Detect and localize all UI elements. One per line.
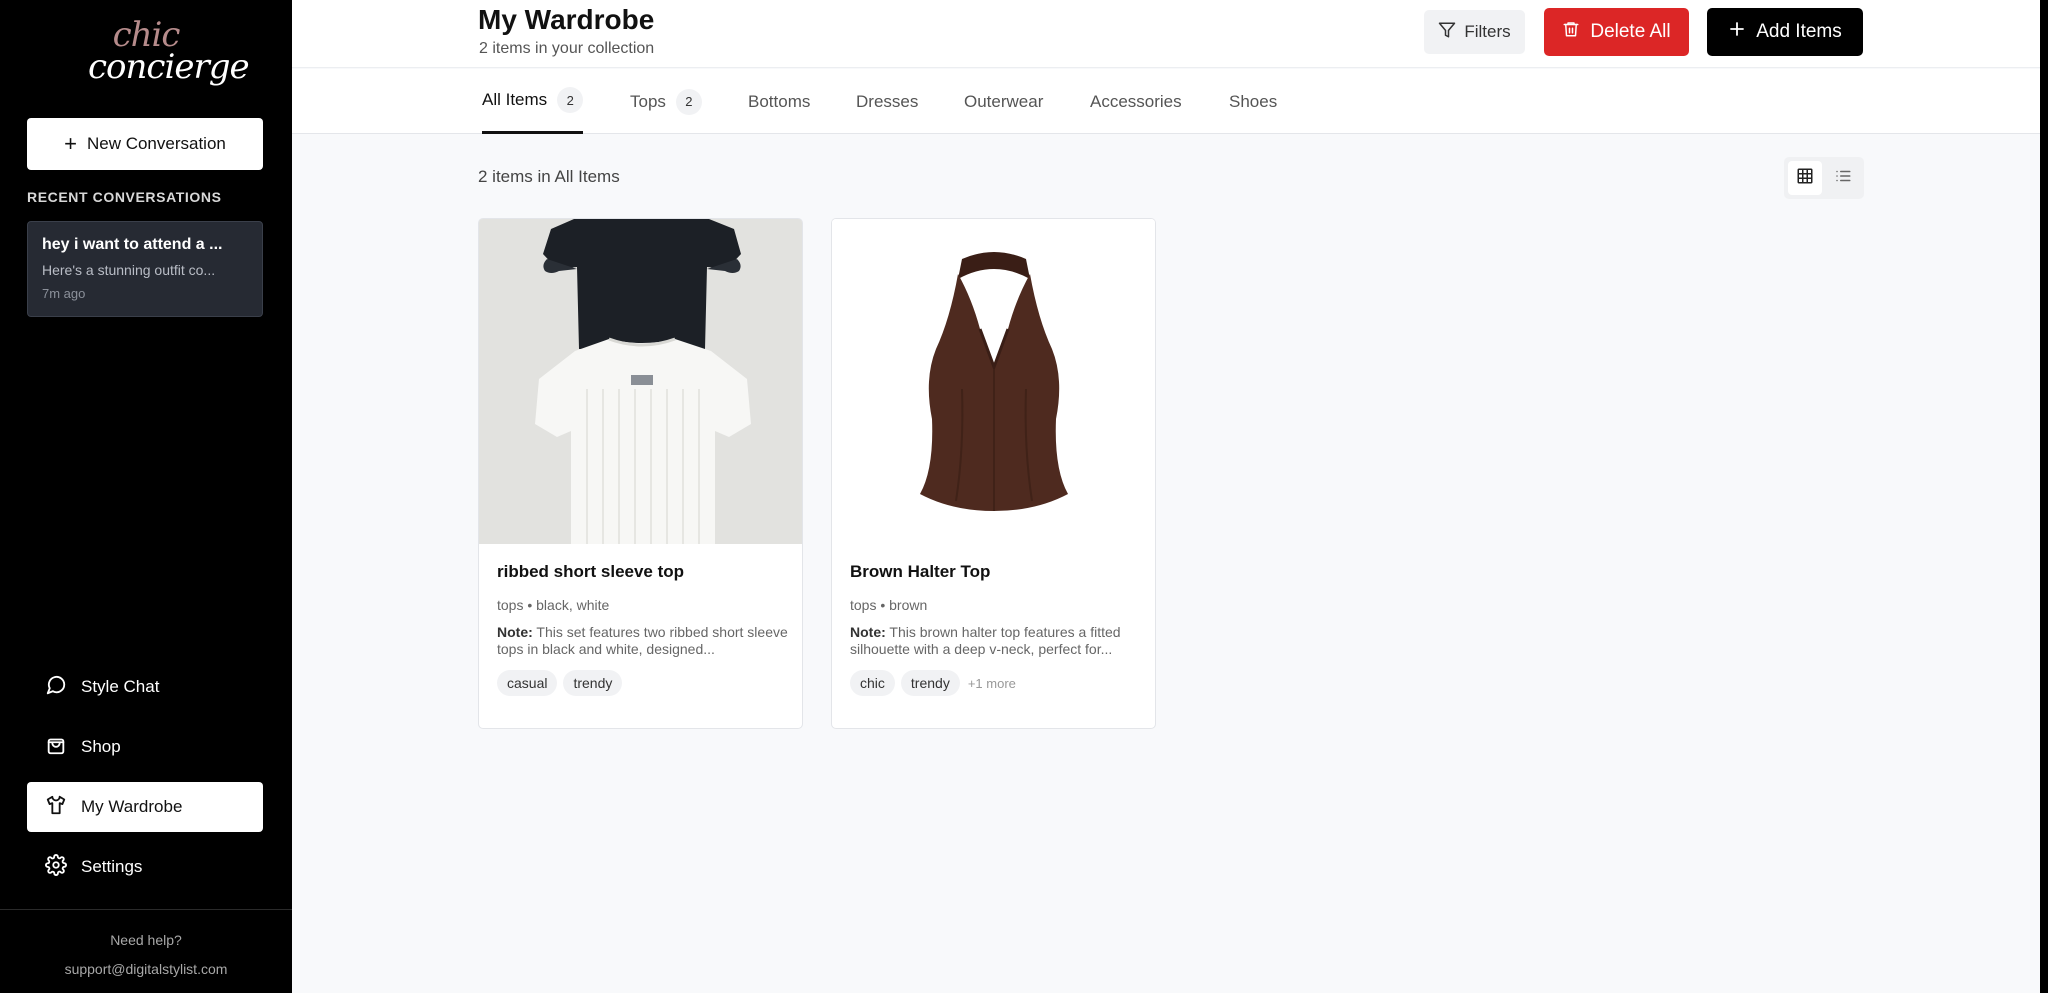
item-meta: tops • brown bbox=[850, 597, 928, 613]
item-note-text: This brown halter top features a fitted … bbox=[850, 624, 1121, 657]
tab-bottoms[interactable]: Bottoms bbox=[748, 69, 810, 134]
wardrobe-item-card[interactable]: Brown Halter Top tops • brown Note: This… bbox=[831, 218, 1156, 729]
tab-count-badge: 2 bbox=[675, 88, 702, 115]
conversation-title: hey i want to attend a ... bbox=[42, 236, 223, 253]
shopping-bag-icon bbox=[45, 734, 67, 761]
filters-button[interactable]: Filters bbox=[1424, 10, 1525, 54]
item-image bbox=[479, 219, 802, 544]
tab-all-items[interactable]: All Items 2 bbox=[482, 69, 584, 134]
item-tags: chic trendy +1 more bbox=[850, 670, 1016, 696]
brand-logo-line1: chic bbox=[112, 15, 181, 55]
sidebar-divider bbox=[0, 909, 292, 910]
nav-label: My Wardrobe bbox=[81, 797, 183, 816]
item-tag: trendy bbox=[900, 670, 960, 696]
item-name: ribbed short sleeve top bbox=[497, 562, 685, 581]
nav-my-wardrobe[interactable]: My Wardrobe bbox=[27, 782, 263, 832]
item-tags: casual trendy bbox=[497, 670, 623, 696]
sidebar: chic concierge + New Conversation RECENT… bbox=[0, 0, 292, 993]
nav-shop[interactable]: Shop bbox=[27, 722, 263, 772]
item-note: Note: This brown halter top features a f… bbox=[850, 624, 1142, 658]
shirt-icon bbox=[45, 794, 67, 821]
tab-dresses[interactable]: Dresses bbox=[856, 69, 918, 134]
page-header: My Wardrobe 2 items in your collection F… bbox=[292, 0, 2048, 68]
new-conversation-label: New Conversation bbox=[86, 134, 226, 153]
tab-label: All Items bbox=[482, 90, 548, 109]
tab-label: Bottoms bbox=[748, 91, 811, 111]
plus-icon bbox=[1728, 20, 1746, 44]
nav-style-chat[interactable]: Style Chat bbox=[27, 662, 263, 712]
category-tabs: All Items 2 Tops 2 Bottoms Dresses Outer… bbox=[292, 69, 2048, 134]
view-toggle bbox=[1784, 157, 1864, 199]
item-tag: casual bbox=[497, 670, 558, 696]
delete-all-button[interactable]: Delete All bbox=[1544, 8, 1689, 56]
tab-tops[interactable]: Tops 2 bbox=[630, 69, 702, 134]
nav-label: Settings bbox=[81, 857, 143, 876]
new-conversation-button[interactable]: + New Conversation bbox=[27, 118, 263, 170]
tab-shoes[interactable]: Shoes bbox=[1229, 69, 1277, 134]
more-tags-link[interactable]: +1 more bbox=[968, 676, 1016, 691]
tab-label: Accessories bbox=[1090, 91, 1182, 111]
ribbed-tops-image bbox=[479, 219, 802, 544]
page-title: My Wardrobe bbox=[478, 4, 655, 35]
filter-icon bbox=[1438, 21, 1456, 44]
recent-conversations-heading: RECENT CONVERSATIONS bbox=[27, 189, 222, 205]
nav-settings[interactable]: Settings bbox=[27, 842, 263, 892]
help-text: Need help? bbox=[110, 932, 182, 948]
tab-label: Outerwear bbox=[964, 91, 1044, 111]
list-view-button[interactable] bbox=[1826, 161, 1860, 195]
wardrobe-item-card[interactable]: ribbed short sleeve top tops • black, wh… bbox=[478, 218, 803, 729]
item-note: Note: This set features two ribbed short… bbox=[497, 624, 789, 658]
item-meta: tops • black, white bbox=[497, 597, 610, 613]
page-subtitle: 2 items in your collection bbox=[479, 40, 655, 57]
list-icon bbox=[1834, 167, 1852, 190]
delete-all-label: Delete All bbox=[1590, 21, 1671, 42]
brand-logo-line2: concierge bbox=[88, 47, 250, 87]
main-content: My Wardrobe 2 items in your collection F… bbox=[292, 0, 2048, 993]
tab-accessories[interactable]: Accessories bbox=[1090, 69, 1182, 134]
tab-count-badge: 2 bbox=[557, 87, 584, 113]
items-count-text: 2 items in All Items bbox=[478, 167, 620, 186]
nav-label: Style Chat bbox=[81, 677, 160, 696]
trash-icon bbox=[1562, 20, 1580, 44]
conversation-item[interactable]: hey i want to attend a ... Here's a stun… bbox=[27, 221, 263, 317]
nav-label: Shop bbox=[81, 737, 121, 756]
plus-icon: + bbox=[64, 131, 77, 156]
item-tag: chic bbox=[850, 670, 895, 696]
tab-label: Dresses bbox=[856, 91, 919, 111]
add-items-button[interactable]: Add Items bbox=[1707, 8, 1863, 56]
filters-label: Filters bbox=[1464, 22, 1511, 41]
brown-halter-top-image bbox=[832, 219, 1155, 544]
add-items-label: Add Items bbox=[1756, 21, 1842, 42]
item-note-text: This set features two ribbed short sleev… bbox=[497, 624, 788, 657]
grid-view-button[interactable] bbox=[1788, 161, 1822, 195]
item-image bbox=[832, 219, 1155, 544]
gear-icon bbox=[45, 853, 67, 881]
tab-label: Shoes bbox=[1229, 91, 1278, 111]
item-name: Brown Halter Top bbox=[850, 562, 991, 581]
grid-icon bbox=[1796, 167, 1814, 190]
item-note-label: Note: bbox=[497, 624, 533, 640]
tab-outerwear[interactable]: Outerwear bbox=[964, 69, 1043, 134]
brand-logo[interactable]: chic concierge bbox=[88, 15, 250, 87]
chat-bubble-icon bbox=[45, 674, 67, 701]
support-email-link[interactable]: support@digitalstylist.com bbox=[0, 961, 292, 977]
window-edge bbox=[2040, 0, 2048, 993]
conversation-timestamp: 7m ago bbox=[42, 286, 86, 301]
conversation-preview: Here's a stunning outfit co... bbox=[42, 262, 216, 278]
tab-label: Tops bbox=[630, 91, 666, 111]
item-tag: trendy bbox=[563, 670, 623, 696]
item-note-label: Note: bbox=[850, 624, 886, 640]
